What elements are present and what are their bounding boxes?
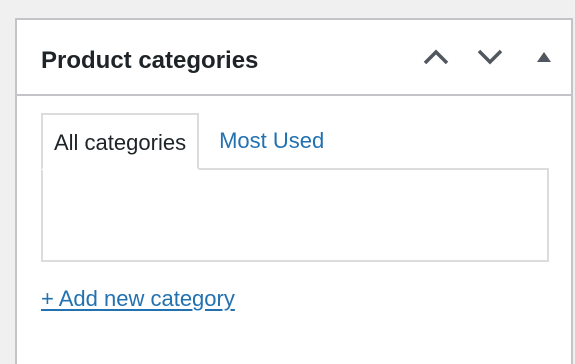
product-categories-metabox: Product categories All categories Most U…: [15, 18, 573, 364]
chevron-up-icon: [423, 49, 449, 65]
category-tabs: All categories Most Used: [41, 113, 335, 170]
tab-all-categories[interactable]: All categories: [41, 113, 200, 170]
move-down-button[interactable]: [463, 29, 517, 85]
toggle-panel-button[interactable]: [517, 29, 571, 85]
metabox-header: Product categories: [17, 20, 571, 96]
triangle-up-icon: [537, 52, 551, 62]
add-new-category-link[interactable]: + Add new category: [41, 284, 235, 314]
move-up-button[interactable]: [409, 29, 463, 85]
metabox-handle-actions: [409, 20, 571, 94]
tab-most-used[interactable]: Most Used: [199, 113, 335, 170]
category-checklist-panel[interactable]: [41, 168, 549, 262]
chevron-down-icon: [477, 49, 503, 65]
metabox-title: Product categories: [41, 47, 259, 74]
